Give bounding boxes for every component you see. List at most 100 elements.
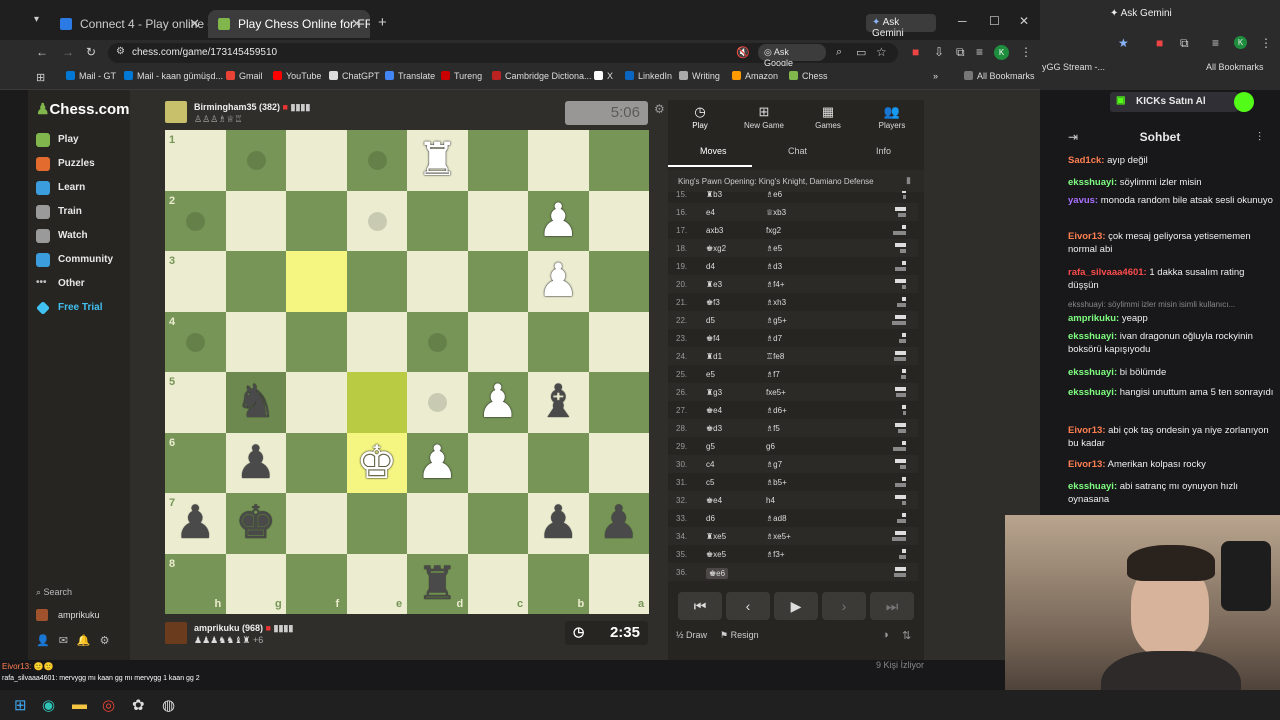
board-square[interactable]: [286, 130, 347, 191]
black-move[interactable]: ♗g7: [766, 460, 782, 469]
black-bishop[interactable]: ♝: [528, 372, 589, 433]
sidebar-footer-icons[interactable]: 👤✉🔔⚙: [36, 634, 118, 647]
tab-play[interactable]: ◷ Play: [670, 104, 730, 130]
more-bookmarks-icon[interactable]: »: [933, 71, 938, 81]
all-bookmarks[interactable]: All Bookmarks: [964, 71, 1035, 81]
next-move-button[interactable]: ›: [822, 592, 866, 620]
forward-icon[interactable]: →: [62, 45, 74, 59]
chat-username[interactable]: eksshuayi:: [1068, 177, 1117, 188]
move-hint-dot[interactable]: [367, 151, 387, 170]
bookmark-mail-kaan[interactable]: Mail - kaan gümüşd...: [124, 71, 223, 81]
nav-community[interactable]: Community: [36, 250, 113, 270]
black-move[interactable]: ♗f3+: [766, 550, 785, 559]
black-move[interactable]: ♗f7: [766, 370, 780, 379]
kick-avatar[interactable]: [1234, 92, 1254, 112]
profile-avatar-right[interactable]: K: [1234, 36, 1247, 49]
white-rook[interactable]: ♜: [407, 130, 468, 191]
board-square[interactable]: [286, 311, 347, 372]
white-move[interactable]: ♜b3: [706, 191, 722, 199]
board-square[interactable]: [588, 130, 649, 191]
move-hint-dot[interactable]: [246, 151, 266, 170]
last-move-button[interactable]: ⏭: [870, 592, 914, 620]
white-move[interactable]: ♚e4: [706, 496, 722, 505]
board-square[interactable]: [467, 311, 528, 372]
file-explorer-icon[interactable]: ▬: [72, 696, 87, 713]
chat-username[interactable]: eksshuayi:: [1068, 367, 1117, 378]
black-move[interactable]: ♗e6: [766, 191, 782, 199]
tab-chess[interactable]: Play Chess Online for FREE - 2 ... ✕: [208, 10, 370, 38]
opening-name[interactable]: King's Pawn Opening: King's Knight, Dami…: [678, 177, 874, 186]
white-move[interactable]: ♚e6: [706, 568, 729, 579]
chat-username[interactable]: Sad1ck:: [1068, 155, 1104, 166]
minimize-icon[interactable]: ─: [958, 14, 967, 28]
board-square[interactable]: [467, 251, 528, 312]
black-move[interactable]: ♗d3: [766, 262, 782, 271]
bookmark-x[interactable]: X: [594, 71, 613, 81]
chat-username[interactable]: eksshuayi:: [1068, 387, 1117, 398]
board-square[interactable]: [286, 493, 347, 554]
board-square[interactable]: [225, 251, 286, 312]
white-move[interactable]: d6: [706, 514, 715, 523]
extension-icon[interactable]: ■: [912, 45, 919, 59]
chess-board[interactable]: ♜ ♟ ♟ ♞ ♟ ♝ ♟ ♚ ♟ ♟ ♚ ♟ ♟ ♜ 1 2 3 4 5 6 7 8 h g f e d c b a: [165, 130, 649, 614]
windows-start-icon[interactable]: ⊞: [14, 696, 27, 714]
board-settings-icon[interactable]: ⚙: [654, 102, 665, 116]
board-square[interactable]: [407, 251, 468, 312]
mute-icon[interactable]: 🔇: [736, 46, 750, 59]
reading-list-icon[interactable]: ≡: [976, 45, 983, 59]
board-square[interactable]: [528, 311, 589, 372]
move-hint-dot[interactable]: [428, 332, 447, 352]
move-list[interactable]: 15. ♜b3 ♗e6 16. e4 ♕xb3 17. axb3 fxg2 18. ♚xg2 ♗e5 1…: [668, 191, 924, 587]
resign-button[interactable]: ⚑ Resign: [720, 630, 759, 641]
board-square[interactable]: [286, 190, 347, 251]
tab-connect4[interactable]: Connect 4 - Play online game ... ✕: [50, 10, 208, 38]
nav-puzzles[interactable]: Puzzles: [36, 154, 95, 174]
white-pawn[interactable]: ♟: [528, 191, 589, 252]
draw-button[interactable]: ½ Draw: [676, 630, 707, 640]
bookmark-chatgpt[interactable]: ChatGPT: [329, 71, 380, 81]
black-move[interactable]: ♗g5+: [766, 316, 787, 325]
board-square[interactable]: [407, 190, 468, 251]
ask-gemini-button-right[interactable]: ✦ Ask Gemini: [1110, 8, 1172, 19]
bookmark-tureng[interactable]: Tureng: [441, 71, 482, 81]
black-move[interactable]: ♗f4+: [766, 280, 785, 289]
play-moves-button[interactable]: ▶: [774, 592, 818, 620]
black-move[interactable]: ♗e5: [766, 244, 782, 253]
bookmark-translate[interactable]: Translate: [385, 71, 435, 81]
nav-play[interactable]: Play: [36, 130, 79, 150]
address-bar[interactable]: ⚙ chess.com/game/173145459510 🔇 ◎ Ask Go…: [108, 43, 898, 68]
black-move[interactable]: ♗ad8: [766, 514, 787, 523]
close-window-icon[interactable]: ✕: [1019, 14, 1029, 28]
board-square[interactable]: [588, 311, 649, 372]
chesscom-logo[interactable]: ♟Chess.com: [36, 100, 130, 118]
white-move[interactable]: ♚f3: [706, 298, 720, 307]
ask-gemini-button[interactable]: ✦ Ask Gemini: [866, 14, 936, 39]
chat-username[interactable]: yavus:: [1068, 195, 1098, 206]
url-text[interactable]: chess.com/game/173145459510: [132, 47, 277, 58]
white-move[interactable]: c5: [706, 478, 714, 487]
flip-board-icon[interactable]: ⇅: [902, 629, 911, 642]
white-move[interactable]: ♜d1: [706, 352, 722, 361]
board-square[interactable]: [588, 372, 649, 433]
bookmark-star-icon-right[interactable]: ★: [1118, 36, 1129, 50]
black-move[interactable]: h4: [766, 496, 775, 505]
chatgpt-app-icon[interactable]: ✿: [132, 696, 145, 714]
white-move[interactable]: ♚xg2: [706, 244, 726, 253]
move-hint-dot[interactable]: [367, 211, 387, 231]
extensions-puzzle-icon[interactable]: ⧉: [956, 45, 965, 60]
edge-icon[interactable]: ◉: [42, 696, 55, 714]
board-square[interactable]: [346, 372, 407, 433]
board-square[interactable]: [346, 251, 407, 312]
white-move[interactable]: ♚e4: [706, 406, 722, 415]
bookmark-mail-gt[interactable]: Mail - GT: [66, 71, 116, 81]
black-move[interactable]: ♗f5: [766, 424, 780, 433]
board-square[interactable]: [346, 493, 407, 554]
bottom-player-name[interactable]: amprikuku (968) ■ ▮▮▮▮: [194, 623, 293, 634]
white-move[interactable]: ♜e3: [706, 280, 722, 289]
board-square[interactable]: [286, 251, 347, 312]
bookmark-chess[interactable]: Chess: [789, 71, 828, 81]
first-move-button[interactable]: ⏮: [678, 592, 722, 620]
white-move[interactable]: d4: [706, 262, 715, 271]
board-square[interactable]: [588, 432, 649, 493]
black-move[interactable]: ♗d6+: [766, 406, 787, 415]
